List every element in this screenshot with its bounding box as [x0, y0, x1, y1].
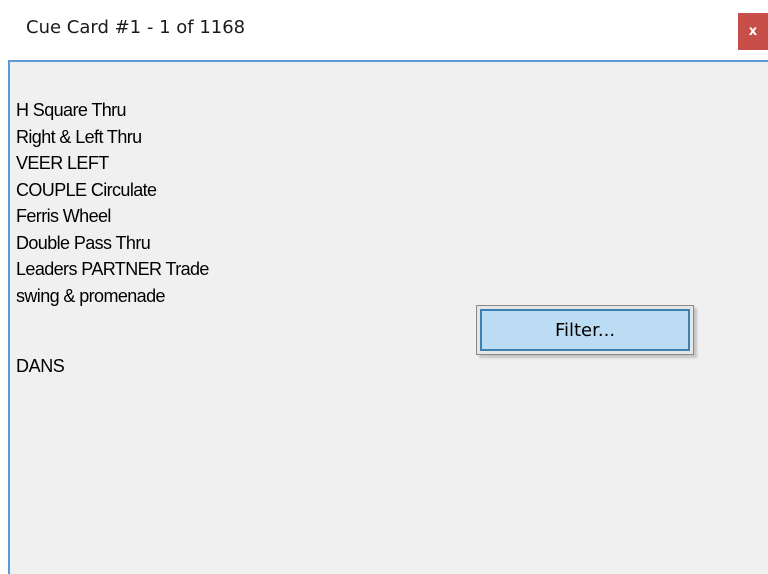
- cue-line: Leaders PARTNER Trade: [16, 259, 209, 279]
- cue-line: VEER LEFT: [16, 153, 109, 173]
- cue-card-panel: H Square Thru Right & Left Thru VEER LEF…: [8, 60, 768, 574]
- cue-line: COUPLE Circulate: [16, 179, 157, 200]
- window-title: Cue Card #1 - 1 of 1168: [26, 17, 246, 38]
- cue-line: Ferris Wheel: [16, 206, 111, 226]
- cue-line: Double Pass Thru: [16, 232, 151, 253]
- caller-signature: DANS: [16, 356, 65, 376]
- cue-line: Right & Left Thru: [16, 126, 142, 147]
- cue-line: swing & promenade: [16, 285, 166, 306]
- close-icon: x: [748, 24, 758, 39]
- cue-card-window: Cue Card #1 - 1 of 1168 x H Square Thru …: [0, 0, 768, 574]
- cue-line: H Square Thru: [16, 100, 127, 120]
- title-bar[interactable]: Cue Card #1 - 1 of 1168 x: [0, 0, 768, 60]
- close-button[interactable]: x: [738, 13, 768, 50]
- cue-list: H Square Thru Right & Left Thru VEER LEF…: [16, 97, 209, 309]
- filter-button[interactable]: Filter...: [476, 305, 694, 355]
- filter-button-label: Filter...: [480, 309, 690, 351]
